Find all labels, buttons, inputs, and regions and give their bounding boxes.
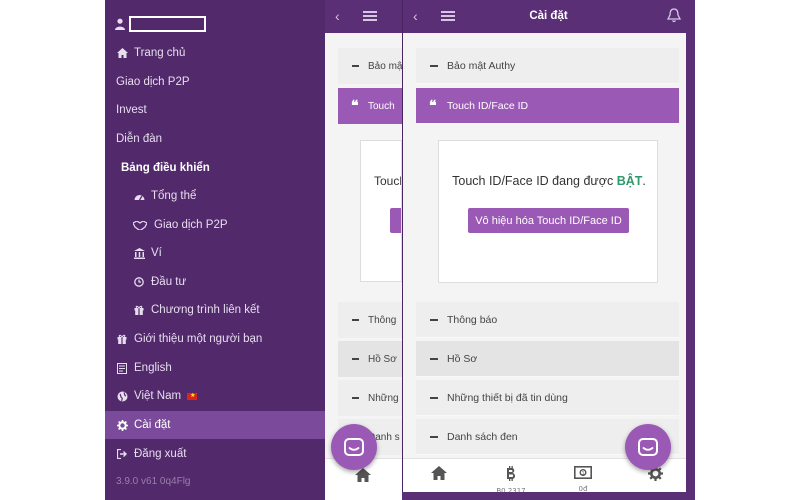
top-bar: ‹ Cài đặt — [403, 0, 694, 33]
user-row[interactable] — [115, 16, 206, 32]
section-profile[interactable]: Hồ Sơ — [416, 341, 679, 377]
drawer-item-home[interactable]: Trang chủ — [116, 43, 185, 63]
collapse-icon — [430, 358, 438, 360]
quote-icon: ❝ — [429, 97, 437, 113]
drawer-item-label: Giới thiệu một người bạn — [134, 333, 263, 345]
drawer-item-label: Invest — [116, 104, 147, 116]
side-drawer: Trang chủ Giao dịch P2P Invest Diễn đàn … — [105, 0, 325, 500]
drawer-item-label: English — [134, 362, 172, 374]
tab-bitcoin-wallet[interactable]: B0.2317 — [486, 459, 536, 495]
drawer-item-english[interactable]: English — [116, 358, 172, 378]
gift-icon — [116, 333, 128, 345]
bitcoin-icon — [505, 466, 517, 486]
drawer-item-label: Chương trình liên kết — [151, 304, 260, 316]
back-icon: ‹ — [335, 8, 340, 24]
drawer-item-label: Đăng xuất — [134, 448, 187, 460]
svg-text:1: 1 — [582, 470, 585, 476]
sign-out-icon — [116, 448, 128, 460]
drawer-item-sub-p2p[interactable]: Giao dịch P2P — [133, 215, 228, 235]
drawer-item-vietnam[interactable]: Việt Nam ★ — [116, 386, 198, 406]
collapse-icon — [430, 65, 438, 67]
drawer-item-label: Giao dịch P2P — [154, 219, 228, 231]
drawer-item-logout[interactable]: Đăng xuất — [116, 444, 186, 464]
right-phone-bottom-frame — [402, 492, 695, 500]
flag-book-icon — [116, 362, 128, 374]
section-touch-face-id[interactable]: ❝ Touch ID/Face ID — [416, 88, 679, 124]
peek-card: Touch — [360, 140, 402, 282]
peek-section: Bảo mậ — [338, 48, 402, 84]
drawer-item-forum[interactable]: Diễn đàn — [116, 129, 162, 149]
drawer-item-label: Đầu tư — [151, 276, 187, 288]
app-version: 3.9.0 v61 0q4Flg — [116, 476, 191, 487]
bell-icon[interactable] — [666, 8, 682, 28]
globe-icon — [116, 390, 128, 402]
peek-section: Hồ Sơ — [338, 341, 402, 377]
screenshot-stage: Trang chủ Giao dịch P2P Invest Diễn đàn … — [0, 0, 800, 500]
chat-icon — [344, 438, 364, 456]
drawer-item-label: Trang chủ — [134, 47, 186, 59]
peek-top-bar: ‹ — [325, 0, 402, 33]
dashboard-icon — [133, 190, 145, 202]
collapse-icon — [430, 319, 438, 321]
chat-support-button[interactable] — [331, 424, 377, 470]
drawer-item-label: Ví — [151, 247, 162, 259]
chat-icon — [638, 438, 658, 456]
underlying-screen-peek[interactable]: ‹ Bảo mậ ❝Touch Touch Thông Hồ Sơ Những … — [325, 0, 402, 500]
left-phone: Trang chủ Giao dịch P2P Invest Diễn đàn … — [105, 0, 402, 500]
peek-card-button — [390, 208, 401, 233]
bank-icon — [133, 247, 145, 259]
disable-touch-id-button[interactable]: Vô hiệu hóa Touch ID/Face ID — [468, 208, 629, 233]
tab-fiat-wallet[interactable]: 1 0đ — [558, 459, 608, 493]
drawer-item-invest[interactable]: Invest — [116, 100, 147, 120]
section-notifications[interactable]: Thông báo — [416, 302, 679, 338]
drawer-item-invest-sub[interactable]: Đầu tư — [133, 272, 186, 292]
right-phone-frame — [686, 0, 695, 500]
drawer-item-wallet[interactable]: Ví — [133, 243, 162, 263]
drawer-item-label: Tổng thể — [151, 190, 197, 202]
gear-icon — [116, 419, 128, 431]
handshake-icon — [133, 219, 147, 231]
drawer-item-settings[interactable]: Cài đặt — [105, 411, 325, 439]
cash-icon: 1 — [574, 466, 592, 484]
section-trusted-devices[interactable]: Những thiết bị đã tin dùng — [416, 380, 679, 416]
peek-section: Những — [338, 380, 402, 416]
right-phone-settings: ‹ Cài đặt Bảo mật Authy ❝ Touch ID/Face … — [402, 0, 694, 500]
gift-icon — [133, 304, 145, 316]
vietnam-flag-icon: ★ — [187, 392, 198, 400]
user-icon — [115, 18, 125, 30]
clock-icon — [133, 276, 145, 288]
drawer-item-label: Giao dịch P2P — [116, 76, 190, 88]
drawer-item-refer-friend[interactable]: Giới thiệu một người bạn — [116, 329, 262, 349]
home-icon — [431, 466, 447, 485]
drawer-item-overview[interactable]: Tổng thể — [133, 186, 196, 206]
drawer-item-affiliate[interactable]: Chương trình liên kết — [133, 300, 260, 320]
peek-section: Thông — [338, 302, 402, 338]
touch-id-status-text: Touch ID/Face ID đang được BẬT. — [452, 174, 646, 188]
drawer-item-p2p[interactable]: Giao dịch P2P — [116, 72, 190, 92]
drawer-item-label: Việt Nam — [134, 390, 182, 402]
section-authy-security[interactable]: Bảo mật Authy — [416, 48, 679, 84]
menu-icon — [363, 11, 377, 21]
drawer-section-label: Bảng điều khiển — [121, 162, 210, 174]
drawer-item-label: Diễn đàn — [116, 133, 163, 145]
status-on-badge: BẬT — [616, 174, 643, 188]
home-icon — [116, 47, 128, 59]
username-box — [129, 16, 206, 32]
drawer-section-dashboard: Bảng điều khiển — [121, 158, 210, 178]
page-title: Cài đặt — [529, 10, 568, 22]
home-icon — [355, 468, 371, 487]
chat-support-button[interactable] — [625, 424, 671, 470]
drawer-item-label: Cài đặt — [134, 419, 171, 431]
collapse-icon — [430, 436, 438, 438]
collapse-icon — [430, 397, 438, 399]
peek-section-active: ❝ Touch — [338, 88, 402, 124]
tab-home[interactable] — [414, 459, 464, 493]
touch-id-card: Touch ID/Face ID đang được BẬT. Vô hiệu … — [438, 140, 658, 283]
